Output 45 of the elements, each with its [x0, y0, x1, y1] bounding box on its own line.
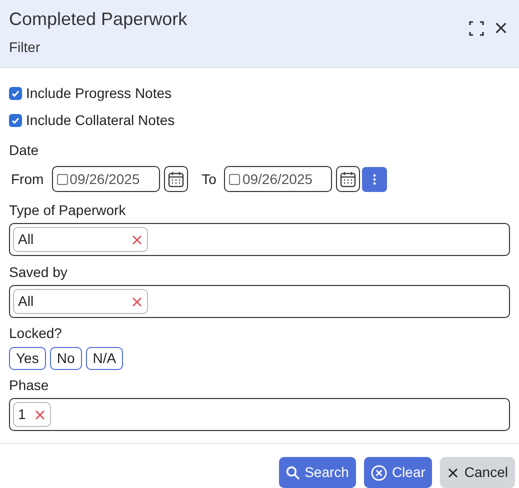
field-label: Locked? [9, 324, 63, 343]
from-label: From [11, 170, 44, 188]
date-field[interactable]: 09/26/2025 [224, 166, 332, 192]
checkbox[interactable] [9, 114, 22, 127]
remove-icon [34, 408, 46, 420]
dialog-subtitle: Filter [9, 38, 42, 57]
tag-label: All [18, 230, 34, 249]
calendar-icon [340, 170, 356, 188]
close-icon [447, 466, 460, 478]
date-label: Date [9, 141, 40, 160]
remove-icon [131, 296, 143, 308]
check-icon [11, 116, 20, 125]
to-label: To [202, 170, 216, 188]
calendar-button[interactable] [164, 166, 188, 192]
check-icon [11, 89, 20, 98]
close-icon [494, 21, 508, 35]
date-field[interactable]: 09/26/2025 [52, 166, 160, 192]
search-button[interactable]: Search [278, 457, 356, 488]
toggle-button[interactable]: No [50, 347, 82, 370]
field-label: Saved by [9, 263, 68, 282]
tag-select-field[interactable]: All [9, 223, 510, 256]
tag-label: All [18, 292, 34, 311]
checkbox[interactable] [9, 87, 22, 100]
date-checkbox[interactable] [229, 174, 240, 184]
field-label: Phase [9, 376, 50, 395]
maximize-icon[interactable] [469, 20, 484, 36]
more-icon [373, 174, 376, 184]
calendar-icon [168, 170, 184, 188]
checkbox-label: Include Collateral Notes [26, 111, 175, 130]
cancel-button[interactable]: Cancel [440, 457, 515, 488]
clear-button[interactable]: Clear [364, 457, 432, 488]
date-checkbox[interactable] [56, 174, 68, 184]
tag-select-field[interactable]: All [9, 285, 510, 318]
calendar-button[interactable] [336, 166, 360, 192]
tag-label: 1 [18, 405, 26, 424]
remove-icon [131, 234, 143, 246]
clear-icon [370, 464, 387, 480]
dialog-title: Completed Paperwork [9, 8, 188, 31]
toggle-button[interactable]: N/A [86, 347, 124, 370]
search-icon [286, 466, 300, 480]
field-label: Type of Paperwork [9, 201, 127, 220]
toggle-button[interactable]: Yes [9, 347, 46, 370]
tag-select-field[interactable]: 1 [9, 398, 510, 431]
more-options-button[interactable] [362, 166, 388, 192]
checkbox-label: Include Progress Notes [26, 84, 172, 103]
